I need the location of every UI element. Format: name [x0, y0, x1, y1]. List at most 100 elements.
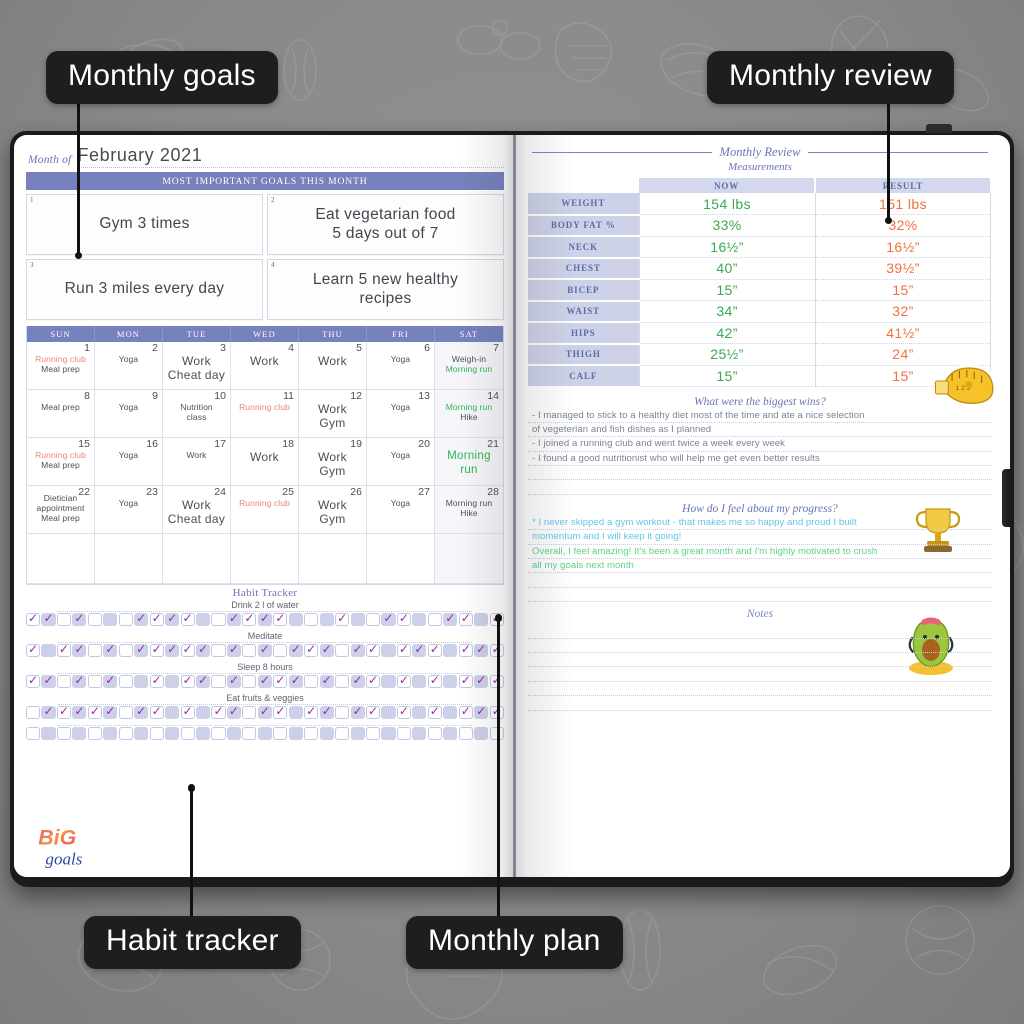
calendar-day-cell[interactable]: 1 Running club Meal prep [27, 342, 95, 390]
habit-checkbox[interactable] [242, 611, 257, 626]
habit-checkbox[interactable] [226, 727, 241, 740]
habit-checkbox[interactable] [26, 611, 41, 626]
habit-checkbox[interactable] [273, 704, 288, 719]
habit-checkbox[interactable] [288, 706, 303, 719]
calendar-day-cell[interactable]: 18 Work [230, 438, 299, 486]
habit-checkbox[interactable] [41, 644, 56, 657]
habit-checkbox[interactable] [72, 704, 87, 719]
habit-checkbox[interactable] [165, 675, 180, 688]
calendar-day-cell[interactable]: 7 Weigh-in Morning run [434, 342, 503, 390]
habit-checkbox[interactable] [211, 613, 226, 626]
measurement-now[interactable]: 33% [638, 214, 816, 237]
measurement-result[interactable]: 39½” [814, 257, 992, 280]
habit-checkbox[interactable] [165, 642, 180, 657]
calendar-day-cell[interactable]: 3 Work Cheat day [162, 342, 231, 390]
habit-checkbox[interactable] [319, 613, 334, 626]
habit-checkbox[interactable] [118, 675, 133, 688]
habit-checkbox[interactable] [195, 613, 211, 626]
habit-checkbox[interactable] [474, 673, 489, 688]
habit-checkbox[interactable] [458, 704, 473, 719]
habit-checkbox[interactable] [149, 642, 164, 657]
measurement-result[interactable]: 16½” [814, 236, 992, 258]
habit-checkbox[interactable] [443, 611, 458, 626]
progress-feeling-lines[interactable]: * I never skipped a gym workout - that m… [527, 516, 992, 675]
calendar-day-cell[interactable]: 28 Morning run Hike [434, 486, 503, 534]
calendar-day-cell[interactable]: 25 Running club [230, 486, 299, 534]
habit-checkbox[interactable] [56, 613, 71, 626]
habit-checkbox[interactable] [118, 644, 133, 657]
calendar-day-cell[interactable]: 2 Yoga [94, 342, 163, 390]
habit-checkbox[interactable] [288, 642, 303, 657]
habit-checkbox[interactable] [195, 727, 211, 740]
habit-checkbox[interactable] [350, 613, 365, 626]
calendar-day-cell[interactable] [434, 534, 503, 584]
measurement-now[interactable]: 154 lbs [638, 193, 816, 215]
habit-checkbox[interactable] [319, 642, 334, 657]
calendar-day-cell[interactable]: 26 Work Gym [298, 486, 367, 534]
habit-checkbox[interactable] [72, 727, 87, 740]
habit-checkbox[interactable] [427, 642, 442, 657]
habit-checkbox[interactable] [365, 642, 381, 657]
habit-checkbox[interactable] [474, 642, 489, 657]
habit-checkbox[interactable] [149, 727, 164, 740]
habit-checkbox[interactable] [195, 706, 211, 719]
habit-checkbox[interactable] [396, 611, 411, 626]
habit-checkbox[interactable] [381, 644, 396, 657]
measurement-now[interactable]: 34” [638, 300, 816, 323]
calendar-day-cell[interactable]: 15 Running club Meal prep [27, 438, 95, 486]
habit-checkbox[interactable] [273, 727, 288, 740]
habit-checkbox[interactable] [118, 706, 133, 719]
habit-checkbox[interactable] [41, 727, 56, 740]
calendar-day-cell[interactable] [298, 534, 367, 584]
habit-checkbox[interactable] [211, 644, 226, 657]
habit-checkbox[interactable] [165, 611, 180, 626]
habit-checkbox[interactable] [242, 706, 257, 719]
measurement-result[interactable]: 41½” [814, 322, 992, 344]
goal-box[interactable]: 3 Run 3 miles every day [26, 259, 263, 320]
calendar-day-cell[interactable] [162, 534, 231, 584]
measurement-now[interactable]: 25½” [638, 343, 816, 366]
habit-checkbox[interactable] [350, 727, 365, 740]
habit-checkbox[interactable] [103, 613, 118, 626]
calendar-day-cell[interactable]: 10 Nutrition class [162, 390, 231, 438]
habit-checkbox[interactable] [365, 704, 381, 719]
habit-checkbox[interactable] [304, 675, 319, 688]
habit-checkbox[interactable] [350, 704, 365, 719]
calendar-day-cell[interactable]: 12 Work Gym [298, 390, 367, 438]
measurement-result[interactable]: 32% [814, 214, 992, 237]
calendar-day-cell[interactable] [230, 534, 299, 584]
habit-checkbox[interactable] [458, 727, 473, 740]
measurement-result[interactable]: 32” [814, 300, 992, 323]
measurement-now[interactable]: 15” [638, 365, 816, 387]
habit-checkbox[interactable] [319, 727, 334, 740]
habit-checkbox[interactable] [458, 673, 473, 688]
habit-checkbox[interactable] [165, 727, 180, 740]
calendar-day-cell[interactable]: 14 Morning run Hike [434, 390, 503, 438]
habit-checkbox[interactable] [273, 611, 288, 626]
habit-checkbox[interactable] [26, 673, 41, 688]
habit-checkbox[interactable] [134, 611, 149, 626]
calendar-day-cell[interactable]: 8 Meal prep [27, 390, 95, 438]
calendar-day-cell[interactable]: 6 Yoga [366, 342, 435, 390]
habit-checkbox[interactable] [72, 673, 87, 688]
habit-checkbox[interactable] [381, 727, 396, 740]
biggest-wins-lines[interactable]: - I managed to stick to a healthy diet m… [527, 409, 992, 552]
habit-checkbox[interactable] [288, 727, 303, 740]
habit-checkbox[interactable] [288, 673, 303, 688]
habit-checkbox[interactable] [134, 642, 149, 657]
calendar-day-cell[interactable]: 11 Running club [230, 390, 299, 438]
habit-checkbox[interactable] [381, 675, 396, 688]
calendar-day-cell[interactable]: 21 Morning run [434, 438, 503, 486]
habit-checkbox[interactable] [56, 727, 71, 740]
habit-checkbox[interactable] [226, 704, 241, 719]
habit-checkbox[interactable] [273, 673, 288, 688]
measurement-now[interactable]: 42” [638, 322, 816, 344]
habit-checkbox[interactable] [335, 644, 350, 657]
habit-checkbox[interactable] [396, 727, 411, 740]
habit-checkbox[interactable] [242, 675, 257, 688]
habit-checkbox[interactable] [365, 673, 381, 688]
habit-checkbox[interactable] [365, 613, 381, 626]
habit-checkbox[interactable] [134, 675, 149, 688]
habit-checkbox[interactable] [41, 611, 56, 626]
habit-checkbox[interactable] [165, 706, 180, 719]
